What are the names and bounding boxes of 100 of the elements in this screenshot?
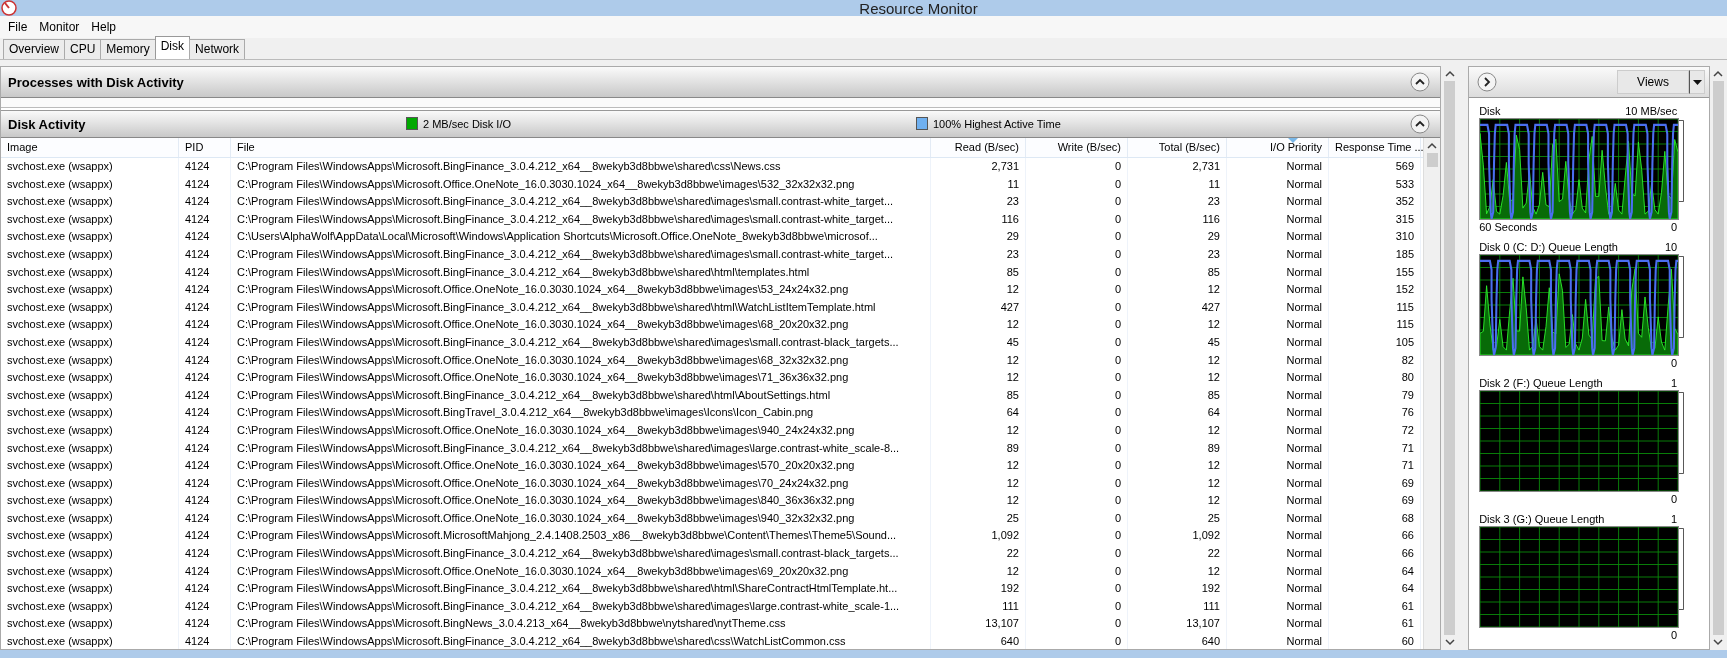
table-cell: C:\Program Files\WindowsApps\Microsoft.Office.OneNote_16.0.3030.1024_x64__8wekyb3d8bbwe\images\68_20x20x32.png [231,316,931,334]
table-cell: 0 [1026,615,1128,634]
table-cell: 12 [1128,351,1227,370]
table-cell: 12 [1128,457,1227,475]
legend-label: 100% Highest Active Time [933,117,1061,130]
table-cell: 45 [1128,333,1227,352]
tab[interactable]: Memory [100,39,156,59]
views-dropdown-button[interactable] [1689,70,1705,94]
table-cell: 4124 [179,351,231,370]
views-button[interactable]: Views [1617,70,1689,94]
table-cell: 315 [1329,210,1421,229]
graph-max-label: 1 [1671,512,1678,526]
section-title: Disk Activity [8,116,86,132]
table-cell: 1,092 [1128,527,1227,546]
table-cell: svchost.exe (wsappx) [1,263,179,282]
table-cell: 4124 [179,545,231,563]
table-cell: 4124 [179,175,231,194]
scroll-up-icon[interactable] [1444,70,1455,77]
table-cell: C:\Program Files\WindowsApps\Microsoft.BingFinance_3.0.4.212_x64__8wekyb3d8bbwe\shared\images\large.contrast-white_scale-1... [231,597,931,616]
table-cell: 72 [1329,421,1421,440]
column-header[interactable]: File [231,138,931,157]
collapse-icon[interactable] [1410,72,1431,92]
window-title: Resource Monitor [859,0,978,17]
table-cell: 0 [1026,404,1128,422]
table-cell: C:\Program Files\WindowsApps\Microsoft.Office.OneNote_16.0.3030.1024_x64__8wekyb3d8bbwe\images\53_24x24x32.png [231,281,931,299]
graph-title: Disk 2 (F:) Queue Length [1479,376,1603,390]
table-cell: svchost.exe (wsappx) [1,421,179,440]
table-cell: C:\Program Files\WindowsApps\Microsoft.BingFinance_3.0.4.212_x64__8wekyb3d8bbwe\shared\html\ShareContractHtmlTemplate.ht... [231,580,931,598]
table-cell: 12 [931,492,1026,510]
column-header[interactable]: I/O Priority [1227,138,1329,157]
menu-item[interactable]: Monitor [35,20,84,34]
section-header[interactable]: Disk Activity 2 MB/sec Disk I/O 100% Highest Active Time [1,110,1441,138]
tab[interactable]: Disk [154,36,191,59]
graph-min-label: 0 [1671,492,1678,506]
table-cell: 4124 [179,457,231,475]
column-header[interactable]: Read (B/sec) [931,138,1026,157]
caret-icon[interactable] [1692,79,1702,85]
table-cell: svchost.exe (wsappx) [1,369,179,387]
table-cell: 105 [1329,333,1421,352]
table-cell: 4124 [179,245,231,264]
table-cell: 85 [1128,263,1227,282]
scrollbar[interactable] [1423,138,1441,649]
scroll-thumb[interactable] [1426,153,1438,167]
scroll-down-icon[interactable] [1713,639,1724,646]
table-cell: svchost.exe (wsappx) [1,457,179,475]
table-cell: 29 [1128,228,1227,246]
table-cell: 0 [1026,158,1128,176]
column-header[interactable]: Response Time ... [1329,138,1421,157]
table-cell: C:\Program Files\WindowsApps\Microsoft.BingFinance_3.0.4.212_x64__8wekyb3d8bbwe\shared\css\News.css [231,158,931,176]
table-cell: 0 [1026,245,1128,264]
menu-item[interactable]: File [4,20,32,34]
table-cell: 12 [1128,492,1227,510]
column-header[interactable]: PID [179,138,231,157]
table-cell: 352 [1329,193,1421,211]
tab[interactable]: Network [189,39,246,59]
table-cell: 12 [1128,316,1227,334]
table-cell: C:\Program Files\WindowsApps\Microsoft.Office.OneNote_16.0.3030.1024_x64__8wekyb3d8bbwe\images\71_36x36x32.png [231,369,931,387]
scroll-up-icon[interactable] [1713,70,1724,77]
table-cell: 12 [931,562,1026,581]
table-cell: C:\Program Files\WindowsApps\Microsoft.BingFinance_3.0.4.212_x64__8wekyb3d8bbwe\shared\images\small.contrast-white_target... [231,245,931,264]
table-cell: 12 [931,474,1026,493]
table-cell: 0 [1026,298,1128,317]
expand-icon[interactable] [1477,72,1498,92]
table-cell: 12 [1128,369,1227,387]
table-cell: svchost.exe (wsappx) [1,439,179,458]
column-header[interactable]: Write (B/sec) [1026,138,1128,157]
table-cell: 64 [931,404,1026,422]
graph-min-label: 0 [1671,628,1678,642]
table-cell: 4124 [179,421,231,440]
table-cell: Normal [1227,175,1329,194]
tab[interactable]: CPU [64,39,102,59]
scroll-down-icon[interactable] [1444,639,1455,646]
table-cell: 11 [931,175,1026,194]
table-cell: svchost.exe (wsappx) [1,158,179,176]
table-cell: 4124 [179,228,231,246]
tab[interactable]: Overview [3,39,65,59]
table-cell: Normal [1227,597,1329,616]
collapse-icon[interactable] [1410,114,1431,134]
table-cell: Normal [1227,545,1329,563]
table-cell: 4124 [179,386,231,405]
table-cell: 0 [1026,492,1128,510]
table-cell: 22 [931,545,1026,563]
table-cell: 4124 [179,615,231,634]
table-cell: 4124 [179,439,231,458]
section-header[interactable]: Processes with Disk Activity [1,67,1441,98]
table-cell: Normal [1227,492,1329,510]
table-cell: 4124 [179,263,231,282]
table-cell: C:\Program Files\WindowsApps\Microsoft.BingFinance_3.0.4.212_x64__8wekyb3d8bbwe\shared\images\small.contrast-white_target... [231,210,931,229]
table-cell: C:\Program Files\WindowsApps\Microsoft.BingFinance_3.0.4.212_x64__8wekyb3d8bbwe\shared\html\WatchListItemTemplate.html [231,298,931,317]
column-header[interactable]: Total (B/sec) [1128,138,1227,157]
menu-item[interactable]: Help [87,20,121,34]
column-header[interactable]: Image [1,138,179,157]
table-cell: 0 [1026,386,1128,405]
graph-min-label: 0 [1671,220,1678,234]
table-cell: Normal [1227,351,1329,370]
scroll-up-icon[interactable] [1427,142,1438,149]
graph-max-label: 10 MB/sec [1625,104,1678,118]
table-cell: 4124 [179,509,231,528]
table-cell: Normal [1227,580,1329,598]
table-cell: Normal [1227,457,1329,475]
